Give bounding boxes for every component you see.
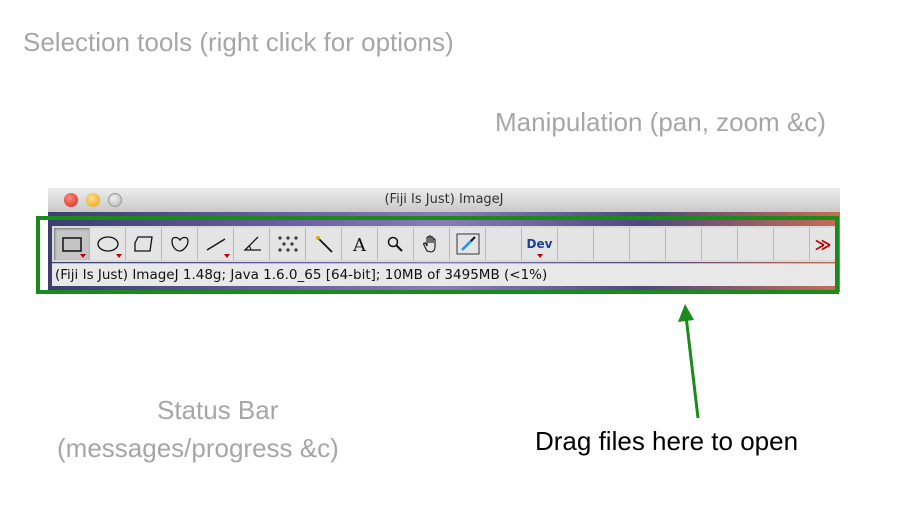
line-selection-icon (206, 238, 225, 251)
more-tools-label: ≫ (814, 234, 832, 254)
options-indicator (80, 254, 86, 258)
empty-tool-slot[interactable] (486, 228, 522, 260)
polygon-selection-icon (133, 236, 153, 252)
freehand-selection-icon (170, 236, 189, 252)
fiji-window[interactable]: (Fiji Is Just) ImageJ A Dev ≫ (Fiji Is J… (48, 188, 840, 292)
line-tool-button[interactable] (198, 228, 234, 260)
status-bar[interactable]: (Fiji Is Just) ImageJ 1.48g; Java 1.6.0_… (52, 263, 838, 286)
zoom-tool-button[interactable] (378, 228, 414, 260)
empty-tool-slot[interactable] (666, 228, 702, 260)
up-arrow-icon (678, 304, 700, 419)
hand-scroll-icon (422, 235, 436, 253)
magnifier-icon (387, 236, 403, 252)
more-tools-button[interactable]: ≫ (810, 228, 836, 260)
angle-tool-icon (242, 236, 261, 251)
polygon-tool-button[interactable] (126, 228, 162, 260)
drag-files-annotation: Drag files here to open (535, 426, 799, 456)
point-tool-button[interactable] (270, 228, 306, 260)
multipoint-tool-icon (277, 236, 298, 252)
options-indicator (116, 254, 122, 258)
color-picker-tool-button[interactable] (450, 228, 486, 260)
empty-tool-slot[interactable] (774, 228, 810, 260)
status-bar-annotation-line1: Status Bar (157, 395, 279, 425)
options-indicator (224, 254, 230, 258)
empty-tool-slot[interactable] (702, 228, 738, 260)
svg-text:A: A (352, 235, 367, 254)
angle-tool-button[interactable] (234, 228, 270, 260)
rectangle-selection-icon (61, 237, 82, 252)
manipulation-annotation: Manipulation (pan, zoom &c) (495, 107, 826, 137)
toolbar: A Dev ≫ (52, 226, 838, 262)
hand-tool-button[interactable] (414, 228, 450, 260)
dev-menu-button[interactable]: Dev (522, 228, 558, 260)
text-tool-button[interactable]: A (342, 228, 378, 260)
empty-tool-slot[interactable] (558, 228, 594, 260)
wand-tool-button[interactable] (306, 228, 342, 260)
color-picker-icon (456, 233, 479, 255)
empty-tool-slot[interactable] (630, 228, 666, 260)
text-tool-icon: A (352, 235, 367, 254)
freehand-tool-button[interactable] (162, 228, 198, 260)
oval-selection-icon (96, 236, 119, 252)
window-title: (Fiji Is Just) ImageJ (384, 192, 504, 207)
rectangle-tool-button[interactable] (54, 228, 90, 260)
empty-tool-slot[interactable] (594, 228, 630, 260)
status-bar-annotation-line2: (messages/progress &c) (57, 433, 339, 463)
empty-tool-slot[interactable] (738, 228, 774, 260)
selection-tools-annotation: Selection tools (right click for options… (23, 27, 454, 57)
options-indicator (537, 254, 543, 258)
status-text: (Fiji Is Just) ImageJ 1.48g; Java 1.6.0_… (55, 267, 548, 283)
title-bar[interactable]: (Fiji Is Just) ImageJ (48, 188, 840, 212)
dev-label: Dev (526, 237, 553, 251)
oval-tool-button[interactable] (90, 228, 126, 260)
wand-tool-icon (315, 236, 333, 253)
